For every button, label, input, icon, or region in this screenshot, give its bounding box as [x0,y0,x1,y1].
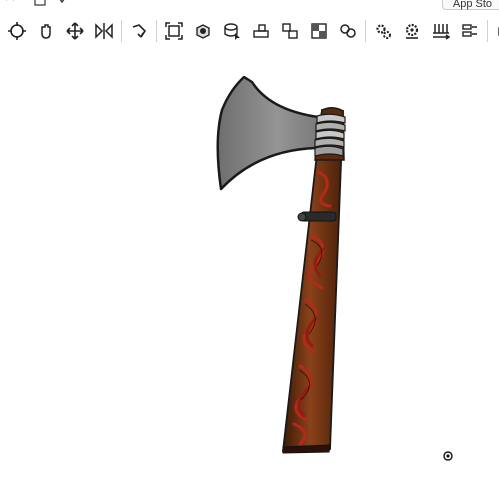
motion-button[interactable] [400,19,424,43]
zoom-fit-button[interactable] [162,19,186,43]
undo-icon[interactable] [4,0,16,6]
move-icon [66,22,84,40]
app-store-button[interactable]: App Sto [441,0,499,10]
toolbar-separator [487,20,488,42]
more-button[interactable] [493,19,499,43]
rotate-view-icon [132,24,147,38]
properties-button[interactable] [458,19,482,43]
axe-blade [216,75,320,191]
move-button[interactable] [63,19,87,43]
select-part-button[interactable] [220,19,244,43]
orbit-icon [8,22,26,40]
axe-model[interactable] [0,50,499,480]
dropdown-arrow-icon[interactable] [56,0,68,6]
gear-settings-button[interactable] [371,19,395,43]
gear-settings-icon [376,24,391,39]
motion-icon [405,23,419,39]
pan-button[interactable] [34,19,58,43]
mates-button[interactable] [336,19,360,43]
model-viewport[interactable] [0,50,499,480]
zoom-fit-icon [165,22,183,40]
assembly-button[interactable] [249,19,273,43]
view-toolbar [0,14,499,48]
display-mode-button[interactable] [307,19,331,43]
document-icon[interactable] [34,0,46,6]
origin-marker-icon[interactable] [443,451,453,461]
binding-band [297,211,337,222]
top-strip: App Sto [0,0,499,10]
appearance-icon [196,24,210,39]
collar-rings [314,113,346,157]
select-part-icon [224,23,240,40]
appearance-button[interactable] [191,19,215,43]
section-view-button[interactable] [92,19,116,43]
assembly-icon [253,24,269,38]
toolbar-separator [156,20,157,42]
orbit-button[interactable] [5,19,29,43]
section-view-icon [95,23,113,39]
mates-icon [340,24,356,38]
display-mode-icon [311,23,327,39]
toolbar-separator [121,20,122,42]
rotate-view-button[interactable] [127,19,151,43]
measure-button[interactable] [429,19,453,43]
pan-icon [41,24,51,39]
more-icon [498,27,499,36]
measure-icon [433,24,451,40]
explode-icon [282,23,298,39]
toolbar-separator [365,20,366,42]
handle-end [282,444,331,454]
properties-icon [462,24,477,37]
explode-button[interactable] [278,19,302,43]
